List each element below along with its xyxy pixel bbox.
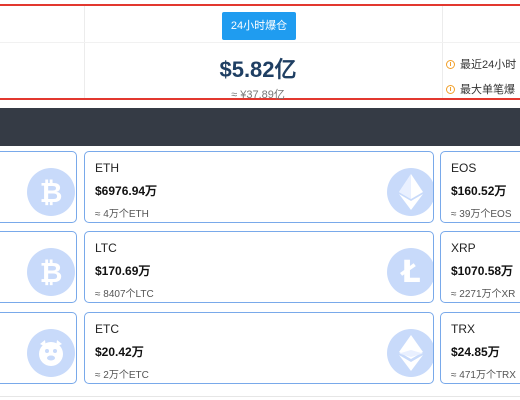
coin-liquidation-amount: $170.69万 (95, 264, 151, 278)
coin-card-trx[interactable]: TRX $24.85万 ≈ 471万个TRX (440, 312, 520, 384)
ethereum-icon (387, 168, 433, 216)
coin-liquidation-qty: ≈ 471万个TRX (451, 370, 516, 381)
coin-card-eth[interactable]: ETH $6976.94万 ≈ 4万个ETH (84, 151, 434, 223)
tab-24h-liquidation[interactable]: 24小时爆仓 (222, 12, 296, 40)
coin-liquidation-qty: ≈ 2万个ETC (95, 370, 149, 381)
info-icon (446, 84, 455, 94)
coin-liquidation-qty: ≈ 39万个EOS (451, 209, 512, 220)
clock-icon (446, 59, 455, 69)
ethereum-classic-icon (387, 329, 433, 377)
divider (442, 6, 443, 98)
coin-card-bch[interactable]: ₿ (0, 231, 77, 303)
recent-24h-item: 最近24小时 (446, 56, 516, 72)
bitcoin-icon: ₿ (27, 248, 75, 296)
dogecoin-icon (27, 329, 75, 377)
litecoin-icon: Ł (387, 248, 433, 296)
coin-symbol: XRP (451, 241, 476, 255)
coin-card-btc[interactable]: ₿ (0, 151, 77, 223)
largest-single-label: 最大单笔爆 (460, 84, 515, 96)
coin-liquidation-amount: $20.42万 (95, 345, 144, 359)
footer-divider (0, 396, 520, 397)
coin-card-eos[interactable]: EOS $160.52万 ≈ 39万个EOS (440, 151, 520, 223)
coin-liquidation-qty: ≈ 2271万个XR (451, 289, 516, 300)
coin-card-etc[interactable]: ETC $20.42万 ≈ 2万个ETC (84, 312, 434, 384)
divider (0, 42, 520, 43)
liquidation-stats-panel: 24小时爆仓 $5.82亿 ≈ ¥37.89亿 最近24小时 最大单笔爆 (0, 4, 520, 101)
coin-card-xrp[interactable]: XRP $1070.58万 ≈ 2271万个XR (440, 231, 520, 303)
coin-liquidation-qty: ≈ 8407个LTC (95, 289, 154, 300)
coin-liquidation-amount: $1070.58万 (451, 264, 514, 278)
coin-card-ltc[interactable]: LTC $170.69万 ≈ 8407个LTC Ł (84, 231, 434, 303)
coin-symbol: LTC (95, 241, 117, 255)
coin-symbol: ETC (95, 322, 119, 336)
bitcoin-icon: ₿ (27, 168, 75, 216)
coin-liquidation-qty: ≈ 4万个ETH (95, 209, 149, 220)
total-liquidation-amount: $5.82亿 (219, 57, 297, 82)
coin-symbol: TRX (451, 322, 475, 336)
coin-symbol: ETH (95, 161, 119, 175)
total-liquidation-cny: ≈ ¥37.89亿 (231, 89, 285, 101)
recent-24h-label: 最近24小时 (460, 59, 517, 71)
divider (84, 6, 85, 98)
coin-card-doge[interactable] (0, 312, 77, 384)
coin-liquidation-amount: $160.52万 (451, 184, 507, 198)
coin-liquidation-amount: $24.85万 (451, 345, 500, 359)
dark-nav-bar (0, 108, 520, 146)
coin-liquidation-amount: $6976.94万 (95, 184, 158, 198)
coin-symbol: EOS (451, 161, 477, 175)
largest-single-item: 最大单笔爆 (446, 81, 515, 97)
